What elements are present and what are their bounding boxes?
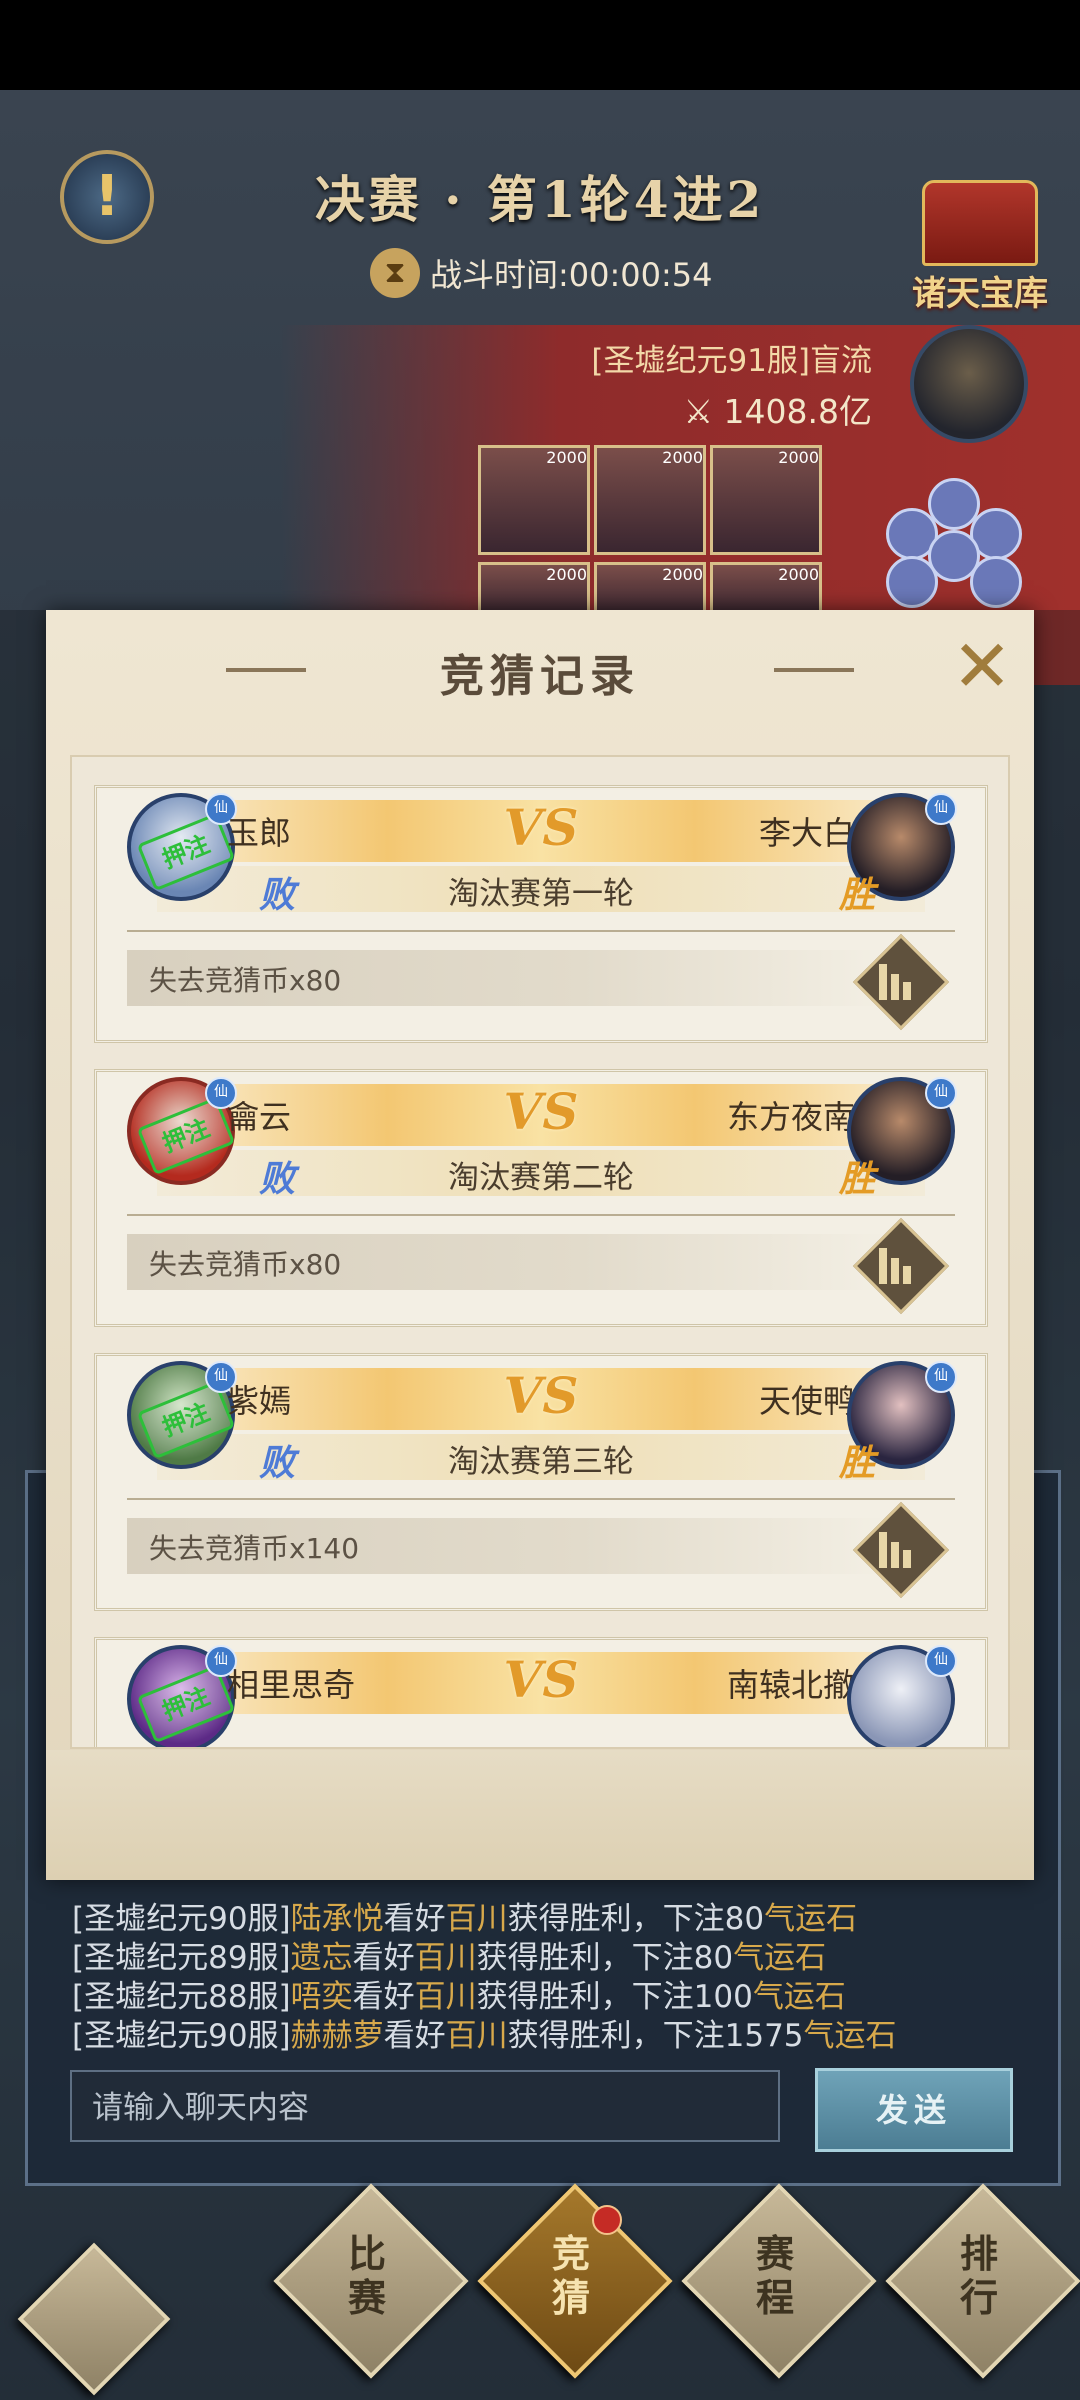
player-left-name: 相里思奇: [227, 1666, 356, 1704]
divider: [127, 1214, 955, 1216]
player-right-name: 东方夜南: [726, 1098, 855, 1136]
modal-title: 竞猜记录: [440, 651, 640, 702]
battle-timer: ⧗ 战斗时间:00:00:54: [370, 245, 730, 301]
send-button[interactable]: 发送: [815, 2068, 1013, 2152]
result-text: 失去竞猜币x80: [149, 964, 342, 997]
vs-label: VS: [503, 1650, 579, 1709]
record-item: 押注 仙 紫嫣 VS 天使鸭 仙 败 淘汰赛第三轮 胜 失去竞猜币x140: [94, 1353, 988, 1611]
win-tag: 胜: [838, 1158, 875, 1200]
treasury-button[interactable]: 诸天宝库: [890, 180, 1070, 314]
divider: [127, 930, 955, 932]
timer-text: 战斗时间:00:00:54: [430, 256, 713, 294]
hourglass-icon: ⧗: [370, 248, 420, 298]
modal-footer: [46, 1750, 1034, 1880]
record-item: 押注 仙 相里思奇 VS 南辕北撤 仙: [94, 1637, 988, 1747]
player-left-name: 紫嫣: [227, 1382, 292, 1420]
info-button[interactable]: !: [60, 150, 154, 244]
player-left-name: 玉郎: [227, 814, 292, 852]
win-tag: 胜: [838, 874, 875, 916]
result-text: 失去竞猜币x140: [149, 1532, 360, 1565]
bar-chart-icon: [879, 1524, 919, 1568]
record-item: 押注 仙 玉郎 VS 李大白 仙 败 淘汰赛第一轮 胜 失去竞猜币x80: [94, 785, 988, 1043]
nav-schedule-label: 赛程: [755, 2231, 794, 2320]
nav-match-label: 比赛: [347, 2231, 386, 2320]
hero-card[interactable]: 2000: [478, 445, 590, 555]
immortal-badge-icon: 仙: [925, 1361, 957, 1393]
immortal-badge-icon: 仙: [925, 1645, 957, 1677]
player-right-name: 天使鸭: [758, 1382, 855, 1420]
skill-orb-icon: [886, 556, 938, 608]
divider: [127, 1498, 955, 1500]
player-right-name: 南辕北撤: [726, 1666, 855, 1704]
chat-line: [圣墟纪元90服]赫赫萝看好百川获得胜利，下注1575气运石: [72, 2018, 897, 2054]
status-bar: [0, 0, 1080, 90]
vs-label: VS: [503, 1366, 579, 1425]
hero-card[interactable]: 2000: [710, 445, 822, 555]
immortal-badge-icon: 仙: [925, 1077, 957, 1109]
nav-rank-label: 排行: [959, 2231, 998, 2320]
player-right-avatar[interactable]: 仙: [847, 1645, 957, 1747]
record-item: 押注 仙 龠云 VS 东方夜南 仙 败 淘汰赛第二轮 胜 失去竞猜币x80: [94, 1069, 988, 1327]
vs-label: VS: [503, 798, 579, 857]
record-list[interactable]: 押注 仙 玉郎 VS 李大白 仙 败 淘汰赛第一轮 胜 失去竞猜币x80 押注: [70, 755, 1010, 1749]
vs-label: VS: [503, 1082, 579, 1141]
player-left-name: 龠云: [227, 1098, 292, 1136]
bar-chart-icon: [879, 956, 919, 1000]
treasury-icon: [922, 180, 1038, 266]
nav-guess-label: 竞猜: [551, 2231, 590, 2320]
skill-orb-icon: [970, 556, 1022, 608]
notification-dot: [592, 2205, 622, 2235]
chat-input[interactable]: 请输入聊天内容: [70, 2070, 780, 2142]
result-text: 失去竞猜币x80: [149, 1248, 342, 1281]
opponent-name: [圣墟纪元91服]盲流: [591, 343, 872, 379]
bar-chart-icon: [879, 1240, 919, 1284]
player-left-avatar[interactable]: 押注 仙: [127, 1645, 237, 1747]
player-right-name: 李大白: [758, 814, 855, 852]
immortal-badge-icon: 仙: [925, 793, 957, 825]
treasury-label: 诸天宝库: [912, 274, 1048, 314]
guess-record-modal: 竞猜记录 ✕ 押注 仙 玉郎 VS 李大白 仙 败 淘汰赛第一轮 胜 失去竞猜币…: [46, 610, 1034, 1880]
close-icon[interactable]: ✕: [946, 630, 1018, 702]
win-tag: 胜: [838, 1442, 875, 1484]
opponent-avatar[interactable]: [910, 325, 1028, 443]
hero-card[interactable]: 2000: [594, 445, 706, 555]
round-title: 决赛 · 第1轮4进2: [314, 170, 766, 229]
opponent-power: ⚔ 1408.8亿: [683, 392, 872, 431]
title-ornament: [774, 668, 854, 672]
